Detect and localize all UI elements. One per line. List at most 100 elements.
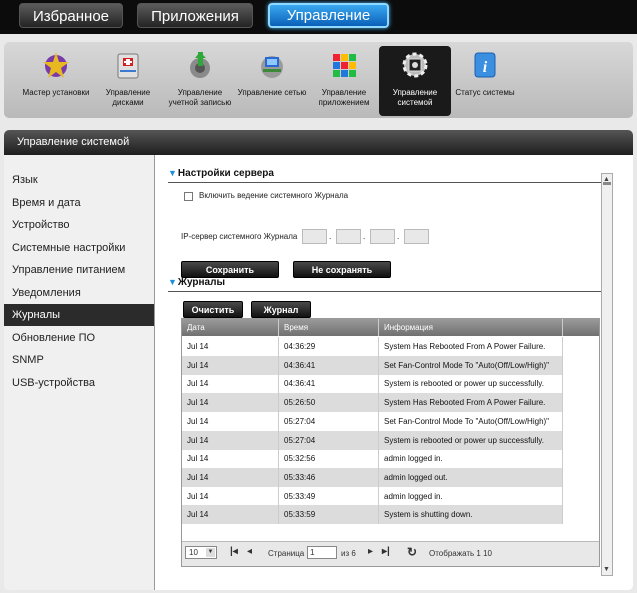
logs-title: Журналы [177,277,225,288]
system-status-icon: i [474,52,496,78]
app-network-management[interactable]: Управление сетью [236,46,308,116]
first-page-icon[interactable]: |◂ [230,546,238,557]
ip-octet-2-input[interactable] [336,229,361,244]
table-row[interactable]: Jul 14 04:36:41 Set Fan-Control Mode To "A… [182,355,563,375]
cell-info: System is shutting down. [379,505,563,525]
panel-title: Управление системой [4,130,633,155]
save-settings-button[interactable]: Сохранить настройки [181,261,279,292]
cell-date: Jul 14 [182,430,279,450]
sidebar: Язык Время и дата Устройство Системные н… [4,155,155,590]
cell-info: admin logged out. [379,467,563,487]
scroll-thumb[interactable] [603,182,611,185]
table-row[interactable]: Jul 14 05:33:59 System is shutting down. [182,505,563,525]
cell-info: System Has Rebooted From A Power Failure… [379,393,563,413]
table-header: Дата Время Информация [182,319,599,336]
svg-text:i: i [483,59,488,76]
cell-time: 05:27:04 [279,430,379,450]
ip-octet-3-input[interactable] [370,229,395,244]
cell-date: Jul 14 [182,355,279,375]
refresh-icon[interactable]: ↻ [407,545,417,559]
table-row[interactable]: Jul 14 04:36:29 System Has Rebooted From A… [182,337,563,356]
ip-dot: . [329,232,332,241]
table-row[interactable]: Jul 14 05:27:04 System is rebooted or powe… [182,430,563,450]
ip-octet-1-input[interactable] [302,229,327,244]
table-row[interactable]: Jul 14 05:32:56 admin logged in. [182,449,563,469]
content-area: ▼Настройки сервера Включить ведение сист… [156,155,633,590]
column-time[interactable]: Время [279,319,379,336]
tab-management[interactable]: Управление [268,3,389,28]
account-management-icon [190,52,210,78]
server-settings-header[interactable]: ▼Настройки сервера [168,168,274,179]
sidebar-item-system-settings[interactable]: Системные настройки [4,237,154,259]
cell-time: 05:32:56 [279,449,379,469]
cell-info: System is rebooted or power up successfu… [379,374,563,394]
sidebar-item-language[interactable]: Язык [4,169,154,191]
app-setup-wizard[interactable]: Мастер установки [20,46,92,116]
app-system-status[interactable]: i Статус системы [449,46,521,116]
sidebar-item-logs[interactable]: Журналы [4,304,154,326]
sidebar-item-device[interactable]: Устройство [4,214,154,236]
collapse-triangle-icon: ▼ [168,168,177,178]
last-page-icon[interactable]: ▸| [382,546,390,557]
cell-info: System is rebooted or power up successfu… [379,430,563,450]
sidebar-item-firmware-update[interactable]: Обновление ПО [4,327,154,349]
app-management-icon [333,54,356,77]
cell-time: 05:27:04 [279,411,379,431]
table-row[interactable]: Jul 14 05:33:46 admin logged out. [182,467,563,487]
chevron-down-icon: ▼ [206,548,215,557]
cell-time: 05:33:59 [279,505,379,525]
ip-dot: . [363,232,366,241]
enable-syslog-checkbox[interactable] [184,192,193,201]
logs-table: Дата Время Информация Jul 14 04:36:29 Syst… [181,318,600,567]
cell-time: 04:36:41 [279,355,379,375]
cell-info: admin logged in. [379,486,563,506]
sidebar-item-notifications[interactable]: Уведомления [4,282,154,304]
cell-date: Jul 14 [182,505,279,525]
cell-date: Jul 14 [182,467,279,487]
cell-info: Set Fan-Control Mode To "Auto(Off/Low/Hi… [379,355,563,375]
tab-applications[interactable]: Приложения [137,3,253,28]
app-account-management[interactable]: Управление учетной записью [164,46,236,116]
next-page-icon[interactable]: ▸ [368,546,373,557]
prev-page-icon[interactable]: ◂ [247,546,252,557]
table-row[interactable]: Jul 14 05:33:49 admin logged in. [182,486,563,506]
app-application-management[interactable]: Управление приложением [308,46,380,116]
divider [168,182,607,183]
tab-favorites[interactable]: Избранное [19,3,123,28]
table-row[interactable]: Jul 14 05:26:50 System Has Rebooted From A… [182,393,563,413]
cell-time: 05:33:46 [279,467,379,487]
network-management-icon [261,56,283,78]
cell-date: Jul 14 [182,486,279,506]
page-number-input[interactable]: 1 [307,546,337,559]
app-disk-management[interactable]: Управление дисками [92,46,164,116]
column-date[interactable]: Дата [182,319,279,336]
table-row[interactable]: Jul 14 05:27:04 Set Fan-Control Mode To "A… [182,411,563,431]
enable-syslog-label: Включить ведение системного Журнала [199,191,349,200]
wizard-icon [43,52,69,78]
table-row[interactable]: Jul 14 04:36:41 System is rebooted or powe… [182,374,563,394]
app-system-management[interactable]: Управление системой [379,46,451,116]
sidebar-item-power-management[interactable]: Управление питанием [4,259,154,281]
sidebar-item-usb-devices[interactable]: USB-устройства [4,372,154,394]
ip-dot: . [397,232,400,241]
clear-logs-button[interactable]: Очистить [183,301,243,318]
column-info[interactable]: Информация [379,319,563,336]
collapse-triangle-icon: ▼ [168,277,177,287]
cancel-button[interactable]: Не сохранять [293,261,391,278]
cell-time: 05:26:50 [279,393,379,413]
cell-date: Jul 14 [182,393,279,413]
vertical-scrollbar[interactable]: ▲ ▼ [601,173,613,576]
ip-octet-4-input[interactable] [404,229,429,244]
sidebar-item-snmp[interactable]: SNMP [4,349,154,371]
log-button[interactable]: Журнал [251,301,311,318]
divider [168,291,607,292]
top-bar: Избранное Приложения Управление [0,0,637,34]
per-page-select[interactable]: 10 ▼ [185,546,217,559]
cell-date: Jul 14 [182,374,279,394]
syslog-ip-label: IP-сервер системного Журнала [181,232,298,241]
logs-header[interactable]: ▼Журналы [168,277,225,288]
scroll-down-icon[interactable]: ▼ [603,566,610,573]
cell-time: 05:33:49 [279,486,379,506]
sidebar-item-time-date[interactable]: Время и дата [4,192,154,214]
cell-info: admin logged in. [379,449,563,469]
